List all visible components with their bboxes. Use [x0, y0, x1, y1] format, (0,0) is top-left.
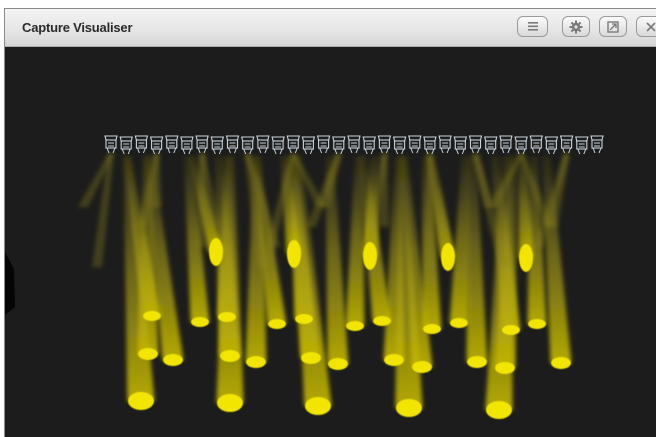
- floor-spot: [384, 354, 404, 366]
- floor-spot: [138, 348, 158, 360]
- fixture-icon[interactable]: [423, 136, 437, 155]
- visualiser-viewport[interactable]: [5, 47, 656, 437]
- fixture-icon[interactable]: [332, 136, 346, 155]
- settings-button[interactable]: [562, 16, 590, 37]
- fixture-icon[interactable]: [590, 135, 604, 154]
- fixture-icon[interactable]: [286, 135, 301, 154]
- fixture-icon[interactable]: [514, 136, 528, 155]
- floor-spot: [363, 242, 377, 270]
- floor-spot: [450, 318, 468, 328]
- floor-spot: [287, 240, 301, 268]
- fixtures-row: [104, 135, 604, 155]
- fixture-icon[interactable]: [240, 136, 255, 155]
- fixture-icon[interactable]: [104, 135, 118, 154]
- close-button[interactable]: [636, 16, 656, 37]
- fixture-icon[interactable]: [544, 136, 559, 155]
- fixture-icon[interactable]: [438, 135, 452, 154]
- floor-spot: [246, 356, 266, 368]
- window-title: Capture Visualiser: [22, 20, 133, 35]
- fixture-icon[interactable]: [165, 135, 179, 154]
- fixture-icon[interactable]: [271, 136, 285, 155]
- fixture-icon[interactable]: [392, 136, 407, 155]
- fixture-icon[interactable]: [195, 135, 209, 154]
- floor-spot: [502, 325, 520, 335]
- floor-spot: [143, 311, 161, 321]
- restore-window-icon: [607, 20, 619, 33]
- fixture-icon[interactable]: [499, 135, 513, 154]
- floor-spot: [218, 312, 236, 322]
- fixture-icon[interactable]: [256, 135, 270, 154]
- fixture-icon[interactable]: [559, 135, 574, 154]
- floor-spot: [495, 362, 515, 374]
- floor-spot: [268, 319, 286, 329]
- fixture-icon[interactable]: [210, 136, 225, 155]
- floor-spot: [551, 357, 571, 369]
- fixture-icon[interactable]: [468, 135, 483, 154]
- fixture-icon[interactable]: [316, 135, 331, 154]
- floor-spot: [441, 243, 455, 271]
- floor-spot: [396, 399, 422, 417]
- floor-spot: [519, 244, 533, 272]
- fixture-icon[interactable]: [362, 136, 376, 155]
- capture-visualiser-window: Capture Visualiser: [4, 8, 656, 437]
- floor-spot: [217, 394, 243, 412]
- fixture-icon[interactable]: [149, 136, 164, 155]
- gear-icon: [569, 20, 583, 33]
- fixture-icon[interactable]: [134, 135, 149, 154]
- fixture-icon[interactable]: [529, 135, 544, 154]
- floor-spot: [373, 316, 391, 326]
- light-beam: [449, 156, 470, 323]
- floor-spot: [328, 358, 348, 370]
- floor-spot: [163, 354, 183, 366]
- floor-spot: [220, 350, 240, 362]
- floor-spot: [528, 319, 546, 329]
- floor-spot: [301, 352, 321, 364]
- fixture-icon[interactable]: [377, 135, 392, 154]
- close-icon: [646, 21, 656, 32]
- fixture-icon[interactable]: [180, 136, 194, 155]
- floor-spot: [423, 324, 441, 334]
- fixture-icon[interactable]: [225, 135, 240, 154]
- scene-left-edge-shadow: [5, 252, 15, 315]
- lighting-scene[interactable]: [5, 47, 656, 437]
- fixture-icon[interactable]: [408, 135, 422, 154]
- fixture-icon[interactable]: [119, 136, 133, 155]
- floor-spot: [209, 238, 223, 266]
- floor-spot: [486, 401, 512, 419]
- floor-spot: [191, 317, 209, 327]
- floor-spot: [295, 314, 313, 324]
- floor-spot: [346, 321, 364, 331]
- menu-lines-icon: [527, 22, 538, 31]
- fixture-icon[interactable]: [575, 136, 589, 155]
- fixture-icon[interactable]: [347, 135, 361, 154]
- fixture-icon[interactable]: [483, 136, 498, 155]
- title-bar[interactable]: Capture Visualiser: [5, 9, 656, 47]
- floor-spot: [305, 397, 331, 415]
- menu-button[interactable]: [517, 16, 548, 37]
- fixture-icon[interactable]: [301, 136, 316, 155]
- fixture-icon[interactable]: [453, 136, 468, 155]
- floor-spot: [128, 392, 154, 410]
- floor-spot: [467, 356, 487, 368]
- restore-button[interactable]: [599, 16, 627, 37]
- floor-spot: [412, 361, 432, 373]
